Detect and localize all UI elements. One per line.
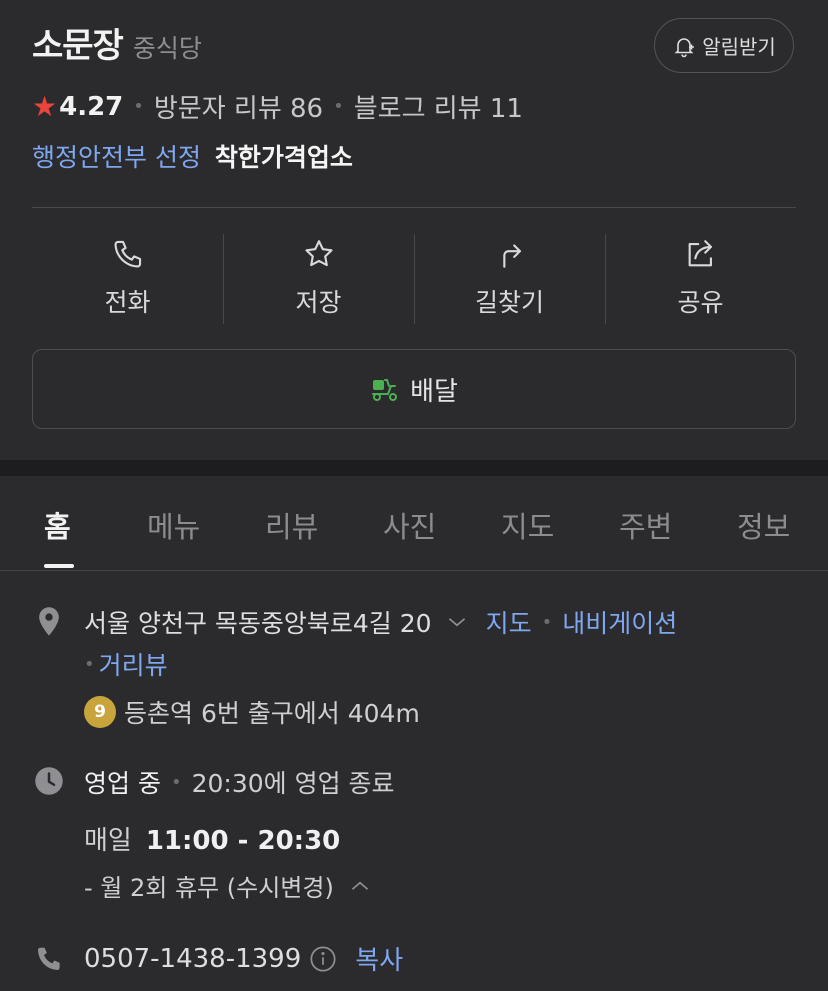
map-link[interactable]: 지도 — [486, 604, 532, 640]
tab-nearby[interactable]: 주변 — [619, 504, 672, 546]
address-row-2: • 거리뷰 — [84, 646, 168, 682]
hours-time: 11:00 - 20:30 — [145, 826, 341, 856]
delivery-label: 배달 — [410, 376, 458, 407]
divider — [32, 207, 796, 208]
rating-row: ★ 4.27 • 방문자 리뷰 86 • 블로그 리뷰 11 — [32, 88, 523, 125]
tab-info[interactable]: 정보 — [737, 504, 790, 546]
hours-day: 매일 — [84, 826, 132, 856]
place-category: 중식당 — [132, 34, 202, 63]
blog-review-link[interactable]: 블로그 리뷰 11 — [354, 88, 523, 125]
clock-icon — [35, 767, 63, 795]
phone-icon — [113, 240, 141, 268]
tab-bar: 홈 메뉴 리뷰 사진 지도 주변 정보 — [0, 476, 828, 571]
notify-label: 알림받기 — [702, 35, 776, 59]
business-status-row[interactable]: 영업 중 • 20:30에 영업 종료 — [84, 764, 395, 800]
open-status: 영업 중 — [84, 769, 161, 798]
directions-button[interactable]: 길찾기 — [414, 230, 605, 326]
save-label: 저장 — [295, 288, 342, 317]
separator-dot: • — [84, 653, 95, 675]
section-separator — [0, 460, 828, 476]
gov-label: 행정안전부 선정 — [32, 143, 201, 172]
copy-button[interactable]: 복사 — [355, 940, 403, 977]
phone-fill-icon — [37, 947, 60, 971]
separator-dot: • — [333, 96, 344, 117]
visitor-review-link[interactable]: 방문자 리뷰 86 — [154, 88, 323, 125]
separator-dot: • — [541, 611, 553, 633]
star-outline-icon — [304, 240, 333, 267]
place-header: 소문장 중식당 알림받기 ★ 4.27 • 방문자 리뷰 86 • 블로그 리뷰… — [0, 0, 828, 460]
address-text: 서울 양천구 목동중앙북로4길 20 — [84, 609, 432, 638]
subway-info: 9 등촌역 6번 출구에서 404m — [84, 694, 420, 730]
share-button[interactable]: 공유 — [605, 230, 796, 326]
tab-reviews[interactable]: 리뷰 — [265, 504, 318, 546]
subway-text: 등촌역 6번 출구에서 404m — [124, 699, 420, 728]
tab-map[interactable]: 지도 — [501, 504, 554, 546]
separator-dot: • — [170, 771, 182, 793]
tab-home[interactable]: 홈 — [44, 504, 71, 546]
directions-label: 길찾기 — [474, 288, 544, 317]
rating-value: 4.27 — [59, 91, 124, 122]
tab-menu[interactable]: 메뉴 — [147, 504, 200, 546]
delivery-button[interactable]: 배달 — [32, 349, 796, 429]
hours-detail: 매일 11:00 - 20:30 — [84, 820, 340, 857]
info-circle-icon[interactable] — [309, 945, 337, 973]
chevron-up-icon[interactable] — [346, 873, 374, 899]
phone-row: 0507-1438-1399 복사 — [84, 940, 403, 977]
navigation-link[interactable]: 내비게이션 — [562, 604, 677, 640]
rating-star-icon: ★ — [32, 90, 58, 123]
title-row: 소문장 중식당 — [32, 18, 202, 67]
closing-time: 20:30에 영업 종료 — [191, 769, 395, 798]
call-button[interactable]: 전화 — [32, 230, 223, 326]
notify-button[interactable]: 알림받기 — [654, 18, 794, 73]
tab-photos[interactable]: 사진 — [383, 504, 436, 546]
action-bar: 전화 저장 길찾기 공유 — [32, 230, 796, 326]
save-button[interactable]: 저장 — [223, 230, 414, 326]
chevron-down-icon[interactable] — [444, 609, 470, 635]
active-tab-indicator — [44, 564, 74, 568]
streetview-link[interactable]: 거리뷰 — [99, 646, 168, 682]
address-row: 서울 양천구 목동중앙북로4길 20 지도 • 내비게이션 — [84, 604, 677, 640]
subway-line-badge: 9 — [84, 696, 116, 728]
place-name: 소문장 — [32, 26, 124, 66]
delivery-scooter-icon — [372, 379, 398, 401]
share-label: 공유 — [677, 288, 724, 317]
separator-dot: • — [133, 96, 144, 117]
phone-number[interactable]: 0507-1438-1399 — [84, 944, 301, 974]
bell-plus-icon — [674, 37, 695, 57]
share-icon — [688, 240, 712, 267]
holiday-text: - 월 2회 휴무 (수시변경) — [84, 874, 334, 902]
holiday-row: - 월 2회 휴무 (수시변경) — [84, 868, 374, 903]
call-label: 전화 — [104, 288, 151, 317]
good-price-badge: 착한가격업소 — [214, 143, 353, 172]
directions-icon — [502, 244, 521, 268]
location-pin-icon — [39, 607, 59, 636]
gov-certification: 행정안전부 선정 착한가격업소 — [32, 138, 353, 174]
